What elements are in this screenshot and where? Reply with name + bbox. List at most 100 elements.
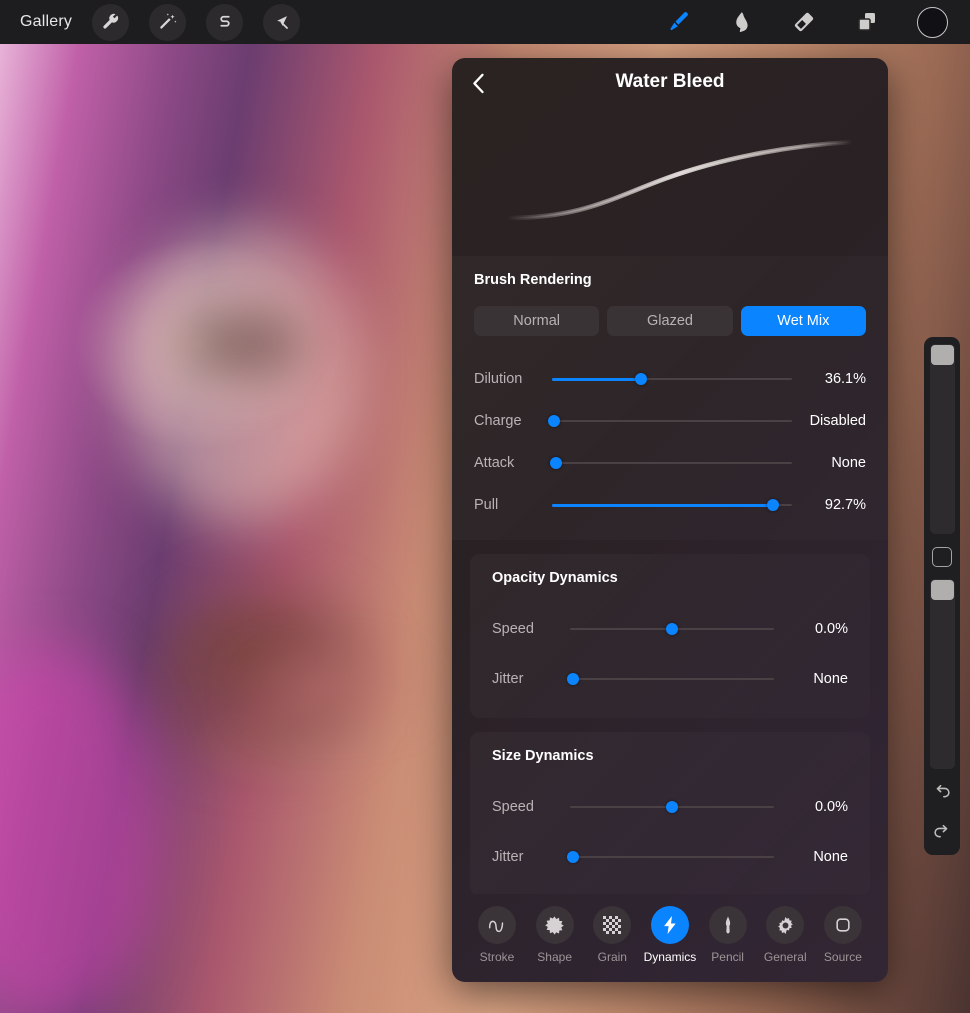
dynamics-bolt-icon — [650, 906, 689, 944]
slider-row-opacity-jitter: Jitter None — [470, 654, 870, 704]
slider-value: Disabled — [809, 413, 866, 429]
charge-slider[interactable] — [548, 413, 792, 429]
slider-row-charge: Charge Disabled — [452, 400, 888, 442]
general-gear-icon — [766, 906, 805, 944]
artwork-eye-region — [175, 314, 305, 374]
slider-handle[interactable] — [666, 623, 678, 635]
segment-normal[interactable]: Normal — [474, 306, 600, 336]
settings-scroll-area[interactable]: Brush Rendering Normal Glazed Wet Mix Di… — [452, 256, 888, 894]
tab-dynamics[interactable]: Dynamics — [643, 906, 697, 964]
brush-studio-panel: Water Bleed Brush Rendering Normal Glaze… — [452, 58, 888, 982]
smudge-icon[interactable] — [729, 10, 753, 34]
artwork-hair-left — [0, 644, 160, 1013]
size-speed-slider[interactable] — [570, 799, 774, 815]
slider-value: 92.7% — [824, 497, 866, 513]
toolbar-right-group — [665, 6, 970, 38]
panel-header: Water Bleed — [452, 58, 888, 106]
modify-button[interactable] — [932, 547, 952, 567]
size-jitter-slider[interactable] — [567, 849, 774, 865]
tab-label: Dynamics — [643, 950, 697, 964]
slider-row-opacity-speed: Speed 0.0% — [470, 604, 870, 654]
slider-handle[interactable] — [567, 673, 580, 685]
slider-row-size-speed: Speed 0.0% — [470, 782, 870, 832]
slider-handle[interactable] — [634, 373, 647, 385]
color-swatch[interactable] — [917, 6, 948, 38]
segment-glazed[interactable]: Glazed — [607, 306, 733, 336]
actions-wrench-icon[interactable] — [92, 3, 130, 41]
slider-handle[interactable] — [666, 801, 678, 813]
opacity-speed-slider[interactable] — [570, 621, 774, 637]
tab-shape[interactable]: Shape — [528, 906, 582, 964]
slider-value: 0.0% — [814, 621, 848, 637]
slider-label: Pull — [474, 497, 499, 513]
slider-label: Speed — [492, 621, 534, 637]
tab-label: General — [763, 950, 807, 964]
artwork-lips — [255, 664, 405, 712]
slider-track — [552, 462, 792, 464]
brush-size-slider[interactable] — [929, 344, 955, 535]
slider-value: 36.1% — [824, 371, 866, 387]
slider-row-attack: Attack None — [452, 442, 888, 484]
segment-wet-mix[interactable]: Wet Mix — [740, 306, 866, 336]
slider-handle[interactable] — [549, 457, 562, 469]
right-sidebar — [924, 337, 960, 855]
artwork-highlight — [120, 224, 360, 524]
attack-slider[interactable] — [549, 455, 792, 471]
slider-row-size-jitter: Jitter None — [470, 832, 870, 882]
tab-source[interactable]: Source — [816, 906, 870, 964]
undo-button[interactable] — [931, 782, 953, 809]
brush-size-handle[interactable] — [930, 345, 954, 365]
tab-stroke[interactable]: Stroke — [470, 906, 524, 964]
section-brush-rendering: Brush Rendering Normal Glazed Wet Mix Di… — [452, 256, 888, 540]
tab-pencil[interactable]: Pencil — [701, 906, 755, 964]
brush-studio-tabbar: Stroke Shape Grain Dynamics Pencil Gener… — [452, 894, 888, 982]
slider-row-dilution: Dilution 36.1% — [452, 358, 888, 400]
toolbar-left-group: Gallery — [0, 3, 301, 41]
brush-stroke-preview — [452, 106, 888, 256]
transform-arrow-icon[interactable] — [263, 3, 301, 41]
pull-slider[interactable] — [552, 497, 792, 513]
section-title: Brush Rendering — [474, 272, 592, 288]
top-toolbar: Gallery — [0, 0, 970, 44]
slider-label: Speed — [492, 799, 534, 815]
section-opacity-dynamics: Opacity Dynamics Speed 0.0% Jitter None — [470, 554, 870, 718]
adjustments-wand-icon[interactable] — [149, 3, 187, 41]
section-title: Size Dynamics — [492, 748, 594, 764]
slider-handle[interactable] — [567, 851, 580, 863]
grain-checker-icon — [593, 906, 632, 944]
slider-label: Jitter — [492, 671, 524, 687]
slider-handle[interactable] — [548, 415, 561, 427]
slider-track — [570, 678, 774, 680]
tab-label: Source — [823, 950, 862, 964]
slider-value: 0.0% — [814, 799, 848, 815]
layers-icon[interactable] — [855, 10, 879, 34]
stroke-wave-icon — [478, 906, 516, 944]
paint-brush-icon[interactable] — [665, 9, 691, 35]
selection-icon[interactable] — [206, 3, 244, 41]
slider-track — [552, 420, 792, 422]
tab-label: Stroke — [479, 950, 515, 964]
opacity-handle[interactable] — [930, 579, 954, 600]
opacity-jitter-slider[interactable] — [567, 671, 774, 687]
tab-general[interactable]: General — [758, 906, 812, 964]
stroke-preview-svg — [504, 139, 855, 221]
tab-grain[interactable]: Grain — [585, 906, 639, 964]
gallery-button[interactable]: Gallery — [20, 13, 72, 31]
eraser-icon[interactable] — [791, 9, 817, 35]
pencil-nib-icon — [708, 906, 747, 944]
source-square-icon — [823, 906, 862, 944]
slider-fill — [552, 377, 641, 381]
slider-value: None — [813, 849, 848, 865]
tab-label: Grain — [597, 950, 627, 964]
back-chevron-icon[interactable] — [466, 71, 490, 95]
section-title: Opacity Dynamics — [492, 570, 618, 586]
slider-label: Dilution — [474, 371, 523, 387]
slider-value: None — [831, 455, 866, 471]
opacity-slider[interactable] — [929, 578, 955, 769]
slider-handle[interactable] — [766, 499, 779, 511]
dilution-slider[interactable] — [552, 371, 792, 387]
tab-label: Shape — [537, 950, 572, 964]
tab-label: Pencil — [711, 950, 744, 964]
slider-label: Charge — [474, 413, 522, 429]
redo-button[interactable] — [931, 822, 953, 849]
